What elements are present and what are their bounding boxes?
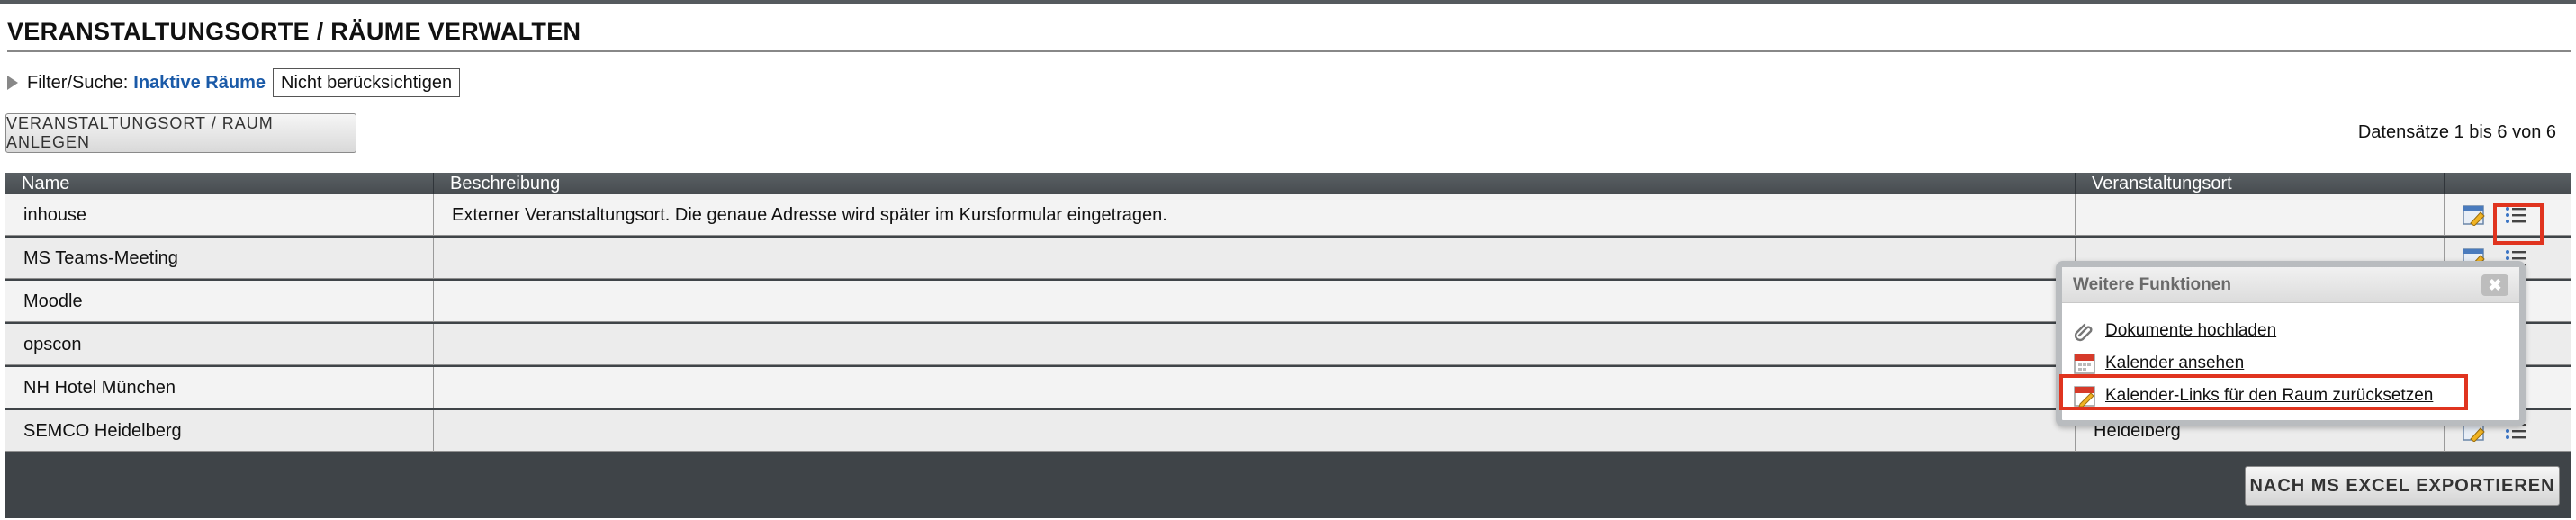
menu-item-view-calendar[interactable]: Kalender ansehen (2073, 350, 2244, 377)
cell-name: SEMCO Heidelberg (5, 410, 434, 452)
menu-item-upload-documents[interactable]: Dokumente hochladen (2073, 318, 2276, 345)
create-location-button[interactable]: VERANSTALTUNGSORT / RAUM ANLEGEN (5, 113, 356, 153)
cell-name: inhouse (5, 194, 434, 236)
filter-field-name[interactable]: Inaktive Räume (133, 73, 266, 94)
cell-description (434, 324, 2076, 365)
table-row[interactable]: inhouse Externer Veranstaltungsort. Die g… (5, 194, 2571, 236)
cell-name: NH Hotel München (5, 367, 434, 408)
page-title: VERANSTALTUNGSORTE / RÄUME VERWALTEN (7, 18, 581, 45)
menu-item-label[interactable]: Kalender ansehen (2105, 354, 2244, 373)
filter-label: Filter/Suche: (27, 72, 129, 93)
popup-title: Weitere Funktionen (2073, 275, 2231, 294)
column-header-name[interactable]: Name (5, 173, 434, 194)
edit-calendar-icon[interactable] (2463, 204, 2486, 227)
menu-item-label[interactable]: Dokumente hochladen (2105, 321, 2276, 341)
expand-triangle-icon[interactable] (7, 76, 18, 90)
title-divider (7, 50, 2571, 52)
highlight-more-functions (2493, 203, 2544, 245)
calendar-icon (2074, 354, 2095, 374)
column-header-actions (2445, 173, 2571, 194)
popup-header: Weitere Funktionen ✖ (2062, 267, 2519, 303)
inactive-rooms-select[interactable]: Nicht berücksichtigen (273, 68, 461, 97)
cell-description (434, 281, 2076, 322)
record-count: Datensätze 1 bis 6 von 6 (2357, 122, 2556, 142)
column-header-description[interactable]: Beschreibung (434, 173, 2076, 194)
column-header-location[interactable]: Veranstaltungsort (2076, 173, 2445, 194)
cell-location (2076, 194, 2445, 236)
cell-description: Externer Veranstaltungsort. Die genaue A… (434, 194, 2076, 236)
cell-name: Moodle (5, 281, 434, 322)
top-border (0, 0, 2576, 4)
cell-name: opscon (5, 324, 434, 365)
table-footer: NACH MS EXCEL EXPORTIEREN (5, 453, 2571, 518)
paperclip-icon (2074, 323, 2093, 342)
table-header: Name Beschreibung Veranstaltungsort (5, 173, 2571, 194)
cell-description (434, 367, 2076, 408)
filter-bar: Filter/Suche: Inaktive Räume Nicht berüc… (7, 68, 461, 97)
cell-description (434, 238, 2076, 279)
highlight-reset-calendar-links (2059, 374, 2468, 410)
close-icon[interactable]: ✖ (2481, 274, 2508, 296)
cell-description (434, 410, 2076, 452)
cell-name: MS Teams-Meeting (5, 238, 434, 279)
export-excel-button[interactable]: NACH MS EXCEL EXPORTIEREN (2245, 466, 2560, 506)
